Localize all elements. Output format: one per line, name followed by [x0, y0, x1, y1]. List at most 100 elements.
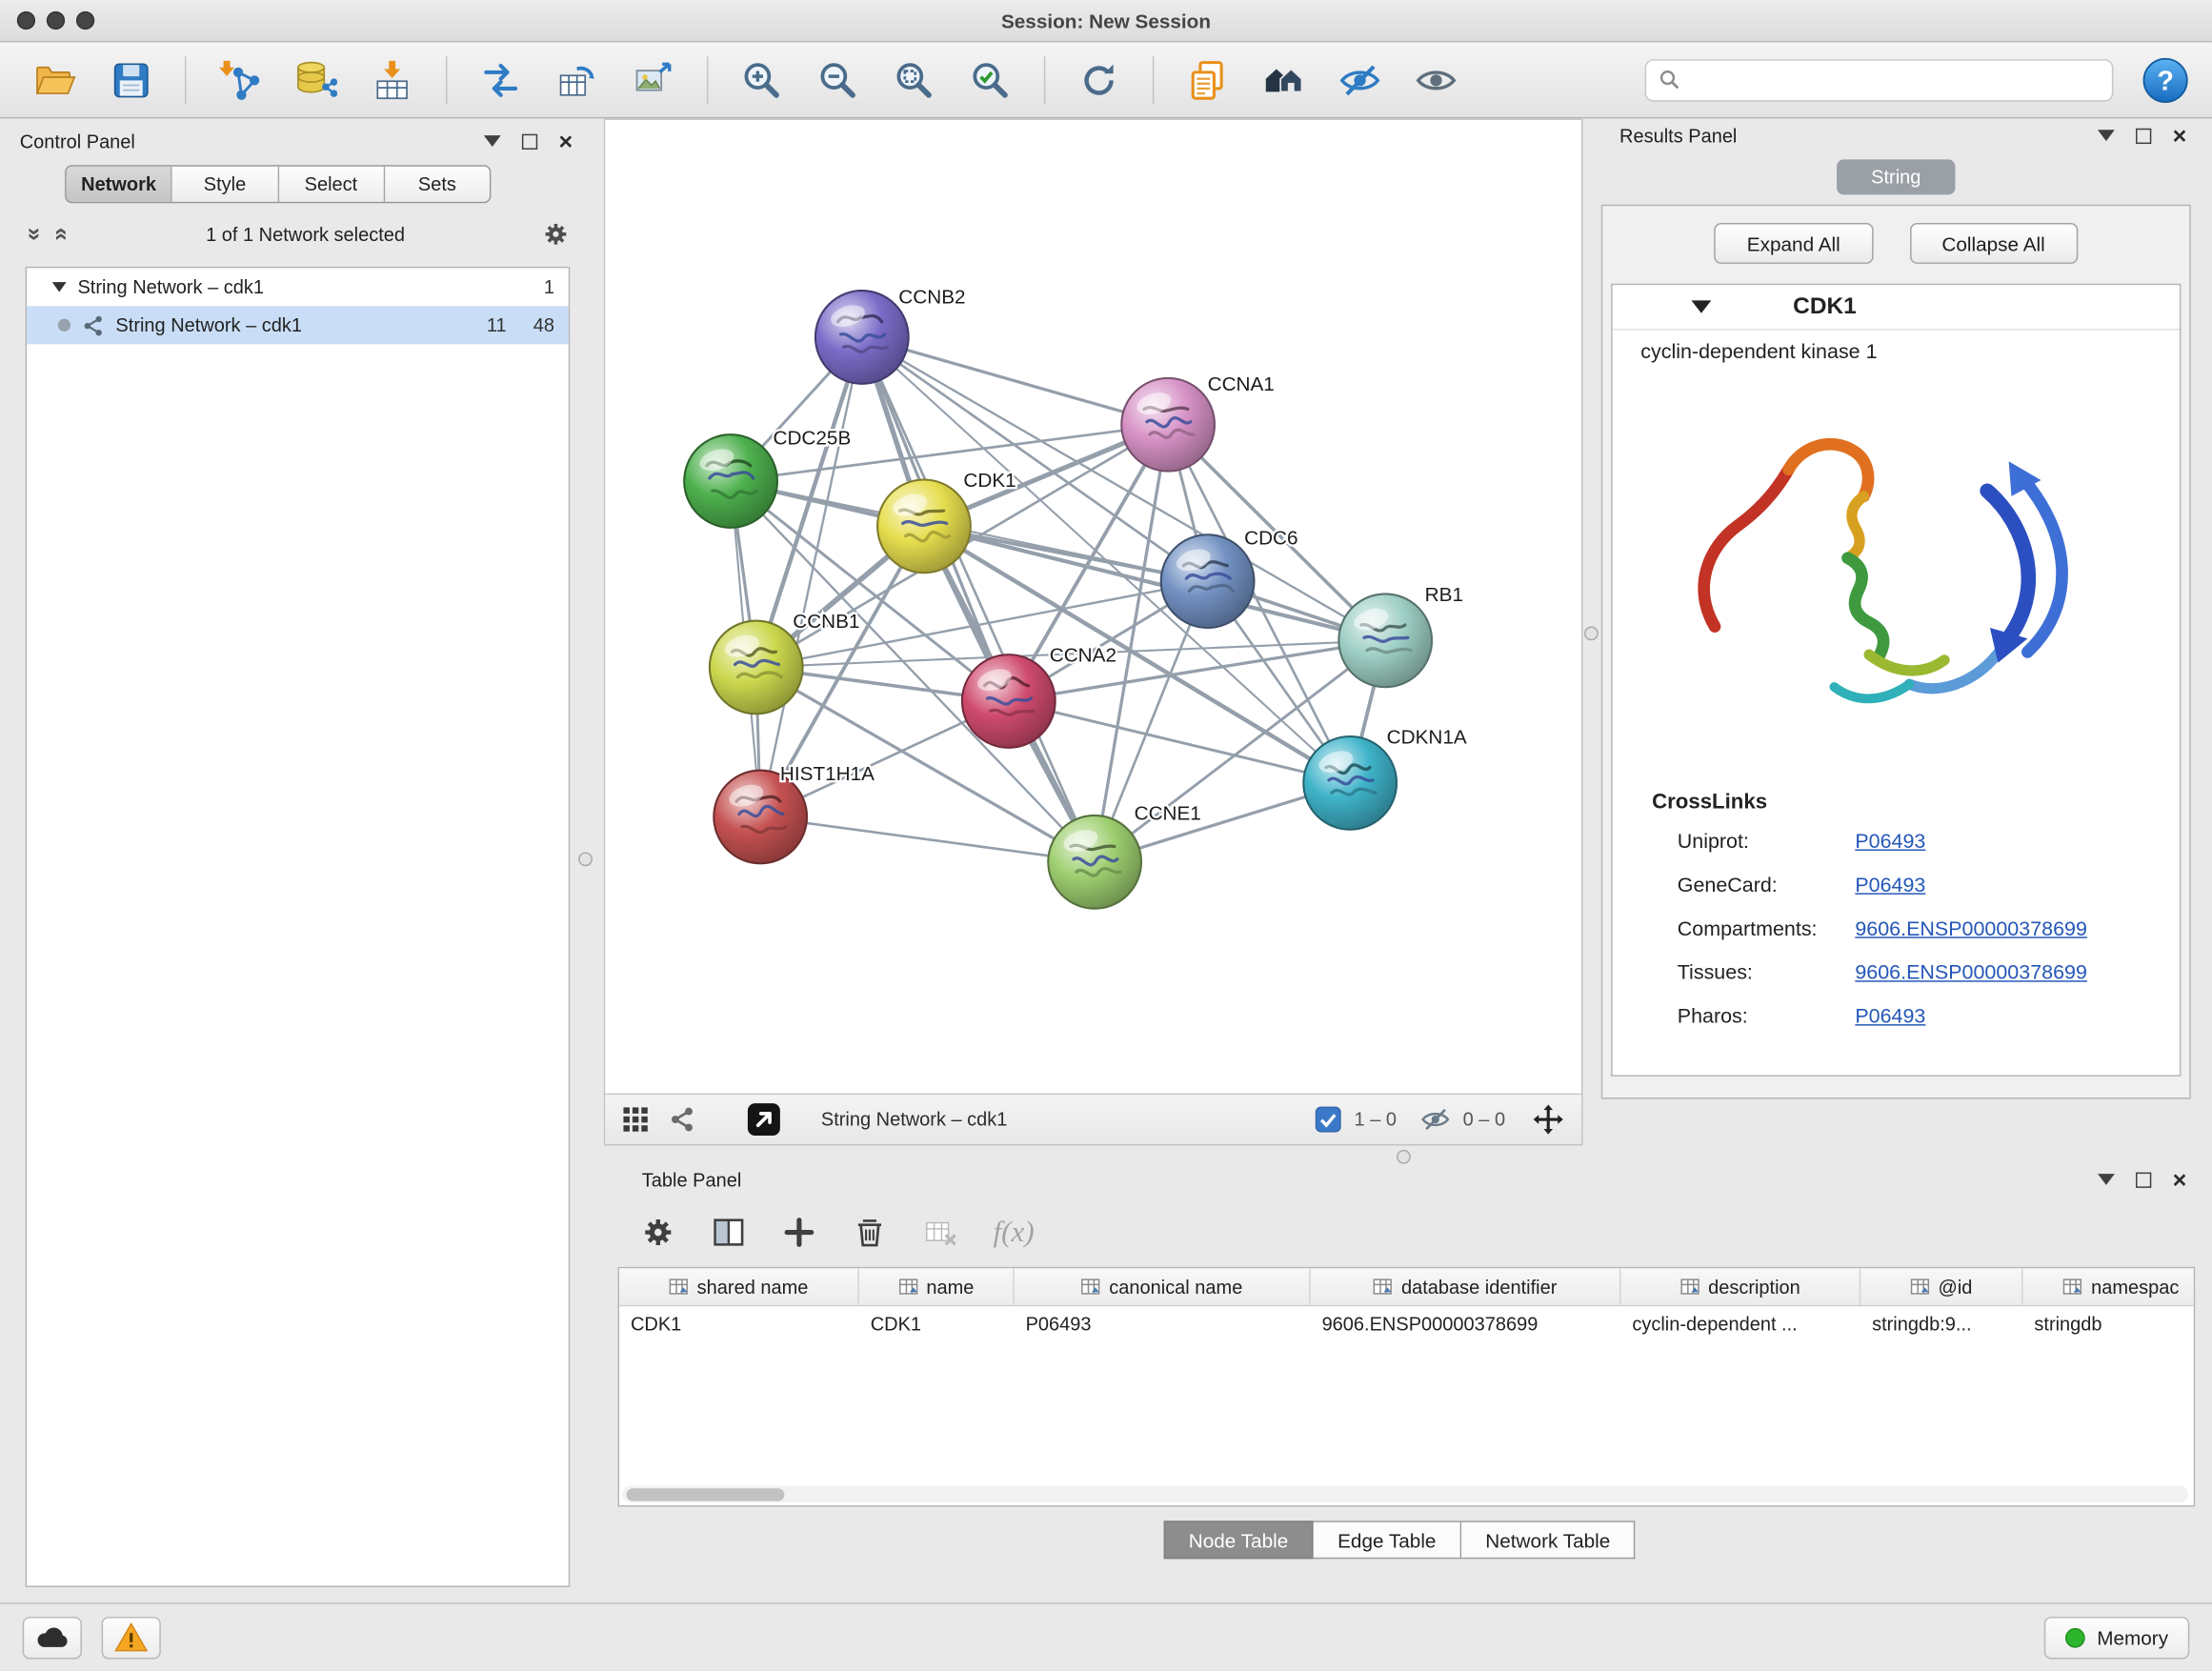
- import-table-file-button[interactable]: [360, 50, 425, 110]
- clone-network-button[interactable]: [545, 50, 610, 110]
- save-session-button[interactable]: [99, 50, 164, 110]
- share-view-icon[interactable]: [669, 1106, 695, 1133]
- expand-all-tree-icon[interactable]: »: [21, 228, 50, 241]
- memory-button[interactable]: Memory: [2044, 1616, 2189, 1658]
- close-window-button[interactable]: [17, 11, 35, 30]
- table-tabs: Node TableEdge TableNetwork Table: [604, 1520, 2195, 1559]
- crosslink-value-link[interactable]: 9606.ENSP00000378699: [1855, 917, 2087, 940]
- export-image-button[interactable]: [621, 50, 686, 110]
- tab-edge-table[interactable]: Edge Table: [1314, 1520, 1461, 1559]
- refresh-view-button[interactable]: [1067, 50, 1132, 110]
- hidden-eye-slash-icon[interactable]: [1420, 1105, 1450, 1135]
- network-node-ccna1[interactable]: CCNA1: [1121, 373, 1275, 471]
- hide-selected-button[interactable]: [1327, 50, 1392, 110]
- network-edge[interactable]: [862, 337, 1168, 425]
- pan-crosshair-icon[interactable]: [1532, 1103, 1564, 1136]
- network-node-ccna2[interactable]: CCNA2: [962, 645, 1116, 748]
- network-edge[interactable]: [862, 337, 1095, 862]
- float-panel-icon[interactable]: [522, 133, 537, 149]
- grid-view-icon[interactable]: [622, 1106, 649, 1133]
- column-header-database-identifier[interactable]: database identifier: [1311, 1268, 1621, 1305]
- column-header-namespac[interactable]: namespac: [2023, 1268, 2196, 1305]
- network-node-cdkn1a[interactable]: CDKN1A: [1303, 726, 1467, 829]
- crosslink-value-link[interactable]: P06493: [1855, 1005, 1925, 1028]
- tab-node-table[interactable]: Node Table: [1163, 1520, 1314, 1559]
- network-node-rb1[interactable]: RB1: [1338, 584, 1463, 687]
- column-header-shared-name[interactable]: shared name: [619, 1268, 859, 1305]
- import-network-file-button[interactable]: [208, 50, 272, 110]
- cloud-status-button[interactable]: [23, 1616, 82, 1658]
- panel-menu-icon[interactable]: [2098, 1174, 2115, 1185]
- zoom-out-button[interactable]: [806, 50, 871, 110]
- close-panel-icon[interactable]: ×: [559, 133, 573, 149]
- crosslink-value-link[interactable]: P06493: [1855, 830, 1925, 853]
- network-node-ccnb2[interactable]: CCNB2: [815, 286, 966, 383]
- panel-menu-icon[interactable]: [2098, 130, 2115, 141]
- network-node-cdk1[interactable]: CDK1: [877, 470, 1016, 573]
- crosslink-value-link[interactable]: P06493: [1855, 874, 1925, 896]
- float-panel-icon[interactable]: [2136, 128, 2151, 143]
- network-row[interactable]: String Network – cdk1 11 48: [27, 306, 569, 344]
- zoom-in-button[interactable]: [730, 50, 794, 110]
- crosslink-value-link[interactable]: 9606.ENSP00000378699: [1855, 961, 2087, 984]
- tab-string[interactable]: String: [1837, 159, 1955, 194]
- close-panel-icon[interactable]: ×: [2173, 1172, 2187, 1187]
- tab-network-table[interactable]: Network Table: [1461, 1520, 1636, 1559]
- network-view[interactable]: CCNB2CCNA1CDC25BCDK1CDC6RB1CCNB1CCNA2CDK…: [604, 118, 1583, 1145]
- network-canvas[interactable]: CCNB2CCNA1CDC25BCDK1CDC6RB1CCNB1CCNA2CDK…: [605, 120, 1581, 1094]
- network-edge[interactable]: [760, 816, 1095, 861]
- home-layout-button[interactable]: [1252, 50, 1317, 110]
- search-input[interactable]: [1690, 70, 2099, 91]
- close-panel-icon[interactable]: ×: [2173, 128, 2187, 143]
- collection-disclosure-icon[interactable]: [52, 282, 67, 292]
- tab-network[interactable]: Network: [67, 167, 172, 202]
- panel-menu-icon[interactable]: [484, 135, 501, 147]
- crosslink-label: GeneCard:: [1678, 874, 1856, 896]
- zoom-fit-button[interactable]: [882, 50, 947, 110]
- left-splitter-handle[interactable]: [578, 852, 593, 866]
- collapse-all-tree-icon[interactable]: «: [49, 228, 77, 241]
- table-row[interactable]: CDK1CDK1P064939606.ENSP00000378699cyclin…: [619, 1306, 2194, 1344]
- column-header--id[interactable]: @id: [1860, 1268, 2022, 1305]
- help-button[interactable]: ?: [2142, 55, 2189, 103]
- delete-column-trash-icon[interactable]: [852, 1214, 887, 1249]
- network-node-hist1h1a[interactable]: HIST1H1A: [714, 763, 875, 863]
- network-node-ccnb1[interactable]: CCNB1: [710, 611, 860, 714]
- network-from-selection-button[interactable]: [469, 50, 533, 110]
- detach-view-icon[interactable]: [746, 1102, 781, 1137]
- table-settings-gear-icon[interactable]: [640, 1214, 675, 1249]
- expand-all-button[interactable]: Expand All: [1715, 223, 1873, 264]
- tab-sets[interactable]: Sets: [385, 167, 490, 202]
- add-column-plus-icon[interactable]: [781, 1214, 816, 1249]
- select-columns-icon[interactable]: [711, 1214, 746, 1249]
- minimize-window-button[interactable]: [47, 11, 65, 30]
- show-all-button[interactable]: [1403, 50, 1468, 110]
- float-panel-icon[interactable]: [2136, 1172, 2151, 1187]
- column-header-canonical-name[interactable]: canonical name: [1015, 1268, 1311, 1305]
- network-collection-row[interactable]: String Network – cdk1 1: [27, 268, 569, 306]
- gene-section-header[interactable]: CDK1: [1613, 285, 2180, 330]
- right-splitter-handle[interactable]: [1584, 627, 1599, 641]
- duplicate-attributes-button[interactable]: [1176, 50, 1240, 110]
- network-edge[interactable]: [1009, 701, 1350, 783]
- tab-select[interactable]: Select: [278, 167, 384, 202]
- selected-checkbox-icon[interactable]: [1315, 1106, 1341, 1133]
- gene-disclosure-icon[interactable]: [1692, 300, 1712, 312]
- zoom-window-button[interactable]: [76, 11, 94, 30]
- import-network-database-button[interactable]: [284, 50, 349, 110]
- zoom-selected-button[interactable]: [958, 50, 1023, 110]
- node-table[interactable]: shared namenamecanonical namedatabase id…: [618, 1267, 2196, 1507]
- bottom-splitter-handle[interactable]: [1397, 1150, 1411, 1164]
- tab-style[interactable]: Style: [172, 167, 278, 202]
- search-box[interactable]: [1645, 58, 2114, 100]
- warnings-button[interactable]: [102, 1616, 161, 1658]
- collapse-all-button[interactable]: Collapse All: [1909, 223, 2077, 264]
- network-edge[interactable]: [760, 337, 862, 816]
- scrollbar-thumb[interactable]: [627, 1488, 785, 1500]
- column-header-name[interactable]: name: [859, 1268, 1015, 1305]
- table-horizontal-scrollbar[interactable]: [622, 1485, 2188, 1502]
- column-header-description[interactable]: description: [1621, 1268, 1861, 1305]
- network-options-gear-icon[interactable]: [542, 220, 571, 249]
- open-session-button[interactable]: [23, 50, 88, 110]
- table-cell: P06493: [1015, 1306, 1311, 1344]
